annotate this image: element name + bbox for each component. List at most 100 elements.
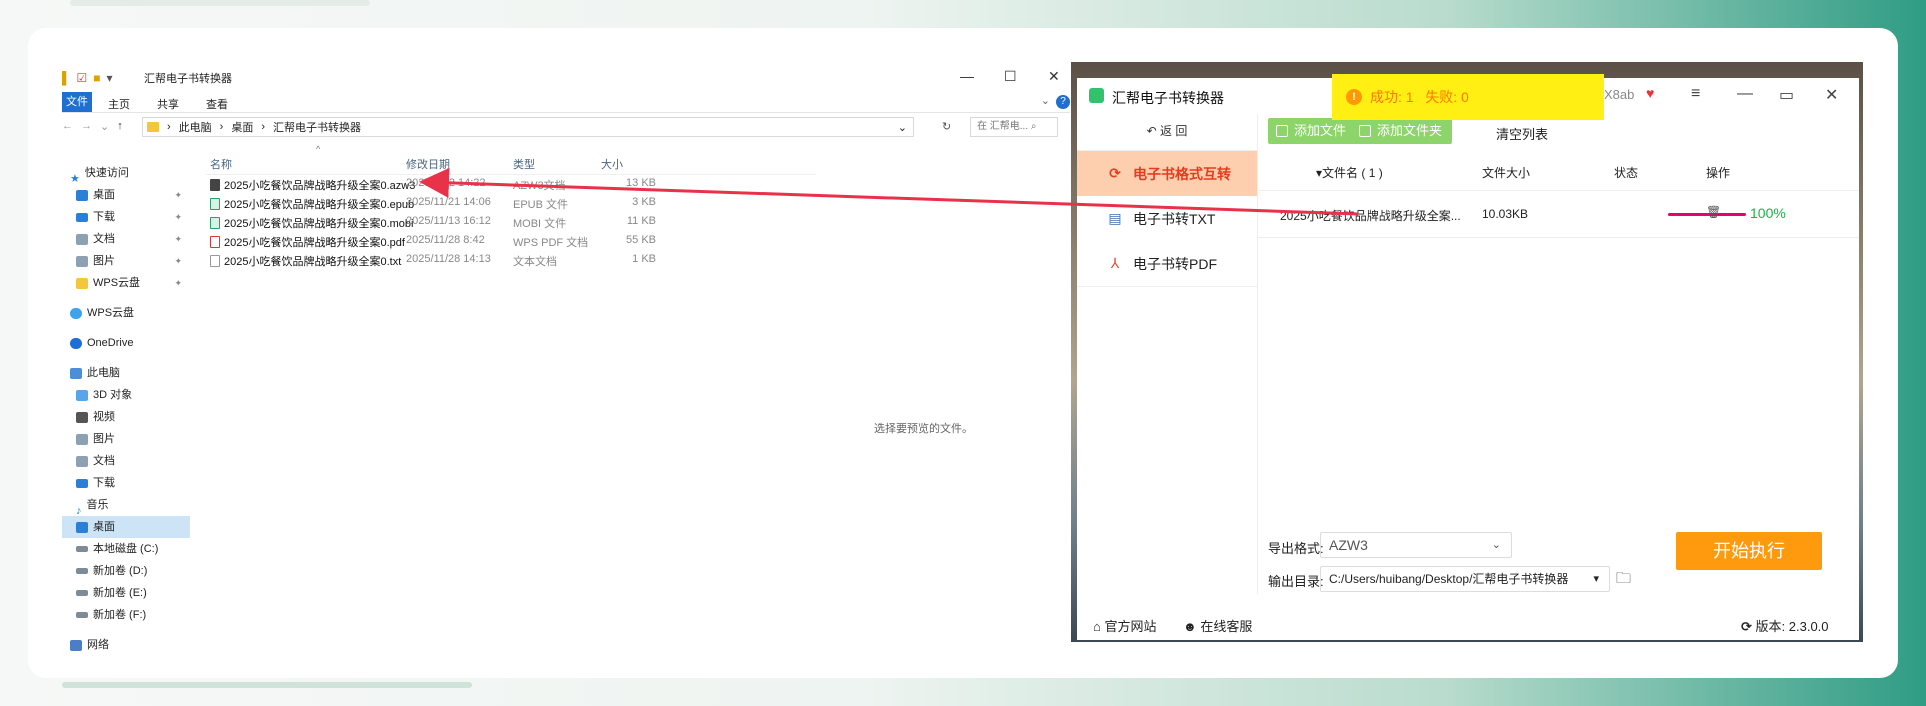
maximize-icon[interactable]: ▭ <box>1779 85 1794 105</box>
nav-item-downloads[interactable]: 下载 ✦ <box>62 206 190 228</box>
help-icon[interactable]: ? <box>1056 95 1070 109</box>
column-header-size[interactable]: 大小 <box>601 156 623 172</box>
maximize-icon[interactable]: ☐ <box>1004 68 1017 85</box>
document-icon <box>76 455 88 467</box>
customize-dropdown-icon[interactable]: ▾ <box>107 71 113 85</box>
minimize-icon[interactable]: — <box>960 68 974 84</box>
column-header-type[interactable]: 类型 <box>513 156 535 172</box>
account-label[interactable]: X8ab <box>1604 87 1634 102</box>
app-title: 汇帮电子书转换器 <box>1112 90 1224 106</box>
online-service-link[interactable]: ☻ 在线客服 <box>1183 616 1252 635</box>
nav-quick-access[interactable]: ★ 快速访问 <box>62 162 190 185</box>
file-name-cell: 2025小吃餐饮品牌战略升级全案0.mobi <box>210 215 414 231</box>
forward-arrow-icon[interactable]: → <box>81 120 92 133</box>
file-row[interactable]: 2025小吃餐饮品牌战略升级全案0.azw3 2025/12/2 14:22 A… <box>206 175 816 194</box>
file-row[interactable]: 2025小吃餐饮品牌战略升级全案0.mobi 2025/11/13 16:12 … <box>206 213 816 232</box>
breadcrumb-folder[interactable]: 汇帮电子书转换器 <box>273 119 361 135</box>
start-button[interactable]: 开始执行 <box>1676 532 1822 570</box>
breadcrumb-this-pc[interactable]: 此电脑 <box>179 119 212 135</box>
nav-item-pc-downloads[interactable]: 下载 <box>62 472 190 494</box>
progress-percent: 100% <box>1750 205 1786 221</box>
breadcrumb-desktop[interactable]: 桌面 <box>231 119 253 135</box>
nav-item-drive-c[interactable]: 本地磁盘 (C:) <box>62 538 190 560</box>
azw3-file-icon <box>210 179 220 191</box>
address-path[interactable]: › 此电脑 › 桌面 › 汇帮电子书转换器 ⌄ <box>142 117 914 137</box>
column-header-name[interactable]: 名称 <box>210 156 232 172</box>
sidebar-item-to-txt[interactable]: ▤ 电子书转TXT <box>1077 196 1257 241</box>
nav-item-drive-e[interactable]: 新加卷 (E:) <box>62 582 190 604</box>
column-header-filename[interactable]: ▾文件名 ( 1 ) <box>1316 164 1383 181</box>
file-size: 13 KB <box>626 177 656 189</box>
nav-this-pc[interactable]: 此电脑 <box>62 362 190 384</box>
nav-item-pc-pictures[interactable]: 图片 <box>62 428 190 450</box>
new-folder-icon[interactable]: ■ <box>93 71 100 85</box>
home-icon: ⌂ <box>1093 619 1101 634</box>
nav-label: WPS云盘 <box>93 277 141 289</box>
video-icon <box>76 411 88 423</box>
output-dir-select[interactable]: C:/Users/huibang/Desktop/汇帮电子书转换器 ▾ <box>1320 566 1610 592</box>
back-button[interactable]: ↶ 返 回 <box>1077 114 1257 151</box>
nav-network[interactable]: 网络 <box>62 634 190 656</box>
address-dropdown-icon[interactable]: ⌄ <box>898 121 907 134</box>
tab-file[interactable]: 文件 <box>62 92 92 112</box>
tab-home[interactable]: 主页 <box>108 96 130 112</box>
nav-item-documents[interactable]: 文档 ✦ <box>62 228 190 250</box>
tab-share[interactable]: 共享 <box>157 96 179 112</box>
clear-list-button[interactable]: 清空列表 <box>1496 124 1548 143</box>
nav-item-pc-desktop[interactable]: 桌面 <box>62 516 190 538</box>
add-file-button[interactable]: 添加文件 <box>1268 118 1357 144</box>
close-icon[interactable]: ✕ <box>1048 68 1060 85</box>
close-icon[interactable]: ✕ <box>1825 85 1838 105</box>
folder-icon: ▌ <box>62 71 71 85</box>
search-input[interactable]: 在 汇帮电... ⌕ <box>970 117 1058 137</box>
nav-wps-cloud[interactable]: WPS云盘 <box>62 302 190 324</box>
official-website-link[interactable]: ⌂ 官方网站 <box>1093 616 1157 635</box>
network-icon <box>70 639 82 651</box>
nav-label: 此电脑 <box>87 367 120 379</box>
sidebar-item-to-pdf[interactable]: ⅄ 电子书转PDF <box>1077 241 1257 286</box>
up-arrow-icon[interactable]: ↑ <box>117 120 123 133</box>
nav-item-pictures[interactable]: 图片 ✦ <box>62 250 190 272</box>
nav-item-music[interactable]: ♪ 音乐 <box>62 494 190 517</box>
refresh-icon[interactable]: ↻ <box>942 120 951 133</box>
horizontal-scrollbar[interactable] <box>62 682 472 688</box>
nav-item-drive-f[interactable]: 新加卷 (F:) <box>62 604 190 626</box>
file-row[interactable]: 2025小吃餐饮品牌战略升级全案0.epub 2025/11/21 14:06 … <box>206 194 816 213</box>
file-row[interactable]: 2025小吃餐饮品牌战略升级全案0.txt 2025/11/28 14:13 文… <box>206 251 816 270</box>
chevron-down-icon[interactable]: ⌄ <box>1041 94 1050 107</box>
tab-view[interactable]: 查看 <box>206 96 228 112</box>
nav-item-pc-documents[interactable]: 文档 <box>62 450 190 472</box>
add-folder-button[interactable]: 添加文件夹 <box>1351 118 1453 144</box>
column-header-date[interactable]: 修改日期 <box>406 156 450 172</box>
nav-onedrive[interactable]: OneDrive <box>62 332 190 354</box>
nav-item-desktop[interactable]: 桌面 ✦ <box>62 184 190 206</box>
download-icon <box>76 212 88 222</box>
pin-icon: ✦ <box>174 212 182 222</box>
refresh-icon: ⟳ <box>1109 165 1121 181</box>
back-arrow-icon[interactable]: ← <box>62 120 73 133</box>
table-row[interactable]: 2025小吃餐饮品牌战略升级全案... 10.03KB 100% 🗑 <box>1258 190 1859 238</box>
drive-icon <box>76 590 88 596</box>
settings-panel: 导出格式: AZW3 ⌄ 开始执行 输出目录: C:/Users/huibang/… <box>1258 530 1859 610</box>
nav-item-3d-objects[interactable]: 3D 对象 <box>62 384 190 406</box>
properties-icon[interactable]: ☑ <box>77 71 88 85</box>
nav-label: 新加卷 (F:) <box>93 609 147 621</box>
file-date: 2025/12/2 14:22 <box>406 177 486 189</box>
nav-item-videos[interactable]: 视频 <box>62 406 190 428</box>
sidebar-item-format-convert[interactable]: ⟳ 电子书格式互转 <box>1077 151 1257 196</box>
export-format-select[interactable]: AZW3 ⌄ <box>1320 532 1512 558</box>
file-type: EPUB 文件 <box>513 199 569 211</box>
recent-chevron-icon[interactable]: ⌄ <box>100 120 109 133</box>
nav-label: 下载 <box>93 211 115 223</box>
vip-heart-icon[interactable]: ♥ <box>1646 85 1654 101</box>
minimize-icon[interactable]: — <box>1737 85 1753 103</box>
delete-icon[interactable]: 🗑 <box>1706 205 1721 219</box>
nav-item-wps-cloud-pinned[interactable]: WPS云盘 ✦ <box>62 272 190 294</box>
file-row[interactable]: 2025小吃餐饮品牌战略升级全案0.pdf 2025/11/28 8:42 WP… <box>206 232 816 251</box>
open-folder-icon[interactable]: 🗀 <box>1616 568 1631 593</box>
drive-icon <box>76 612 88 618</box>
menu-icon[interactable]: ≡ <box>1691 85 1700 103</box>
nav-item-drive-d[interactable]: 新加卷 (D:) <box>62 560 190 582</box>
file-type: WPS PDF 文档 <box>513 237 589 249</box>
